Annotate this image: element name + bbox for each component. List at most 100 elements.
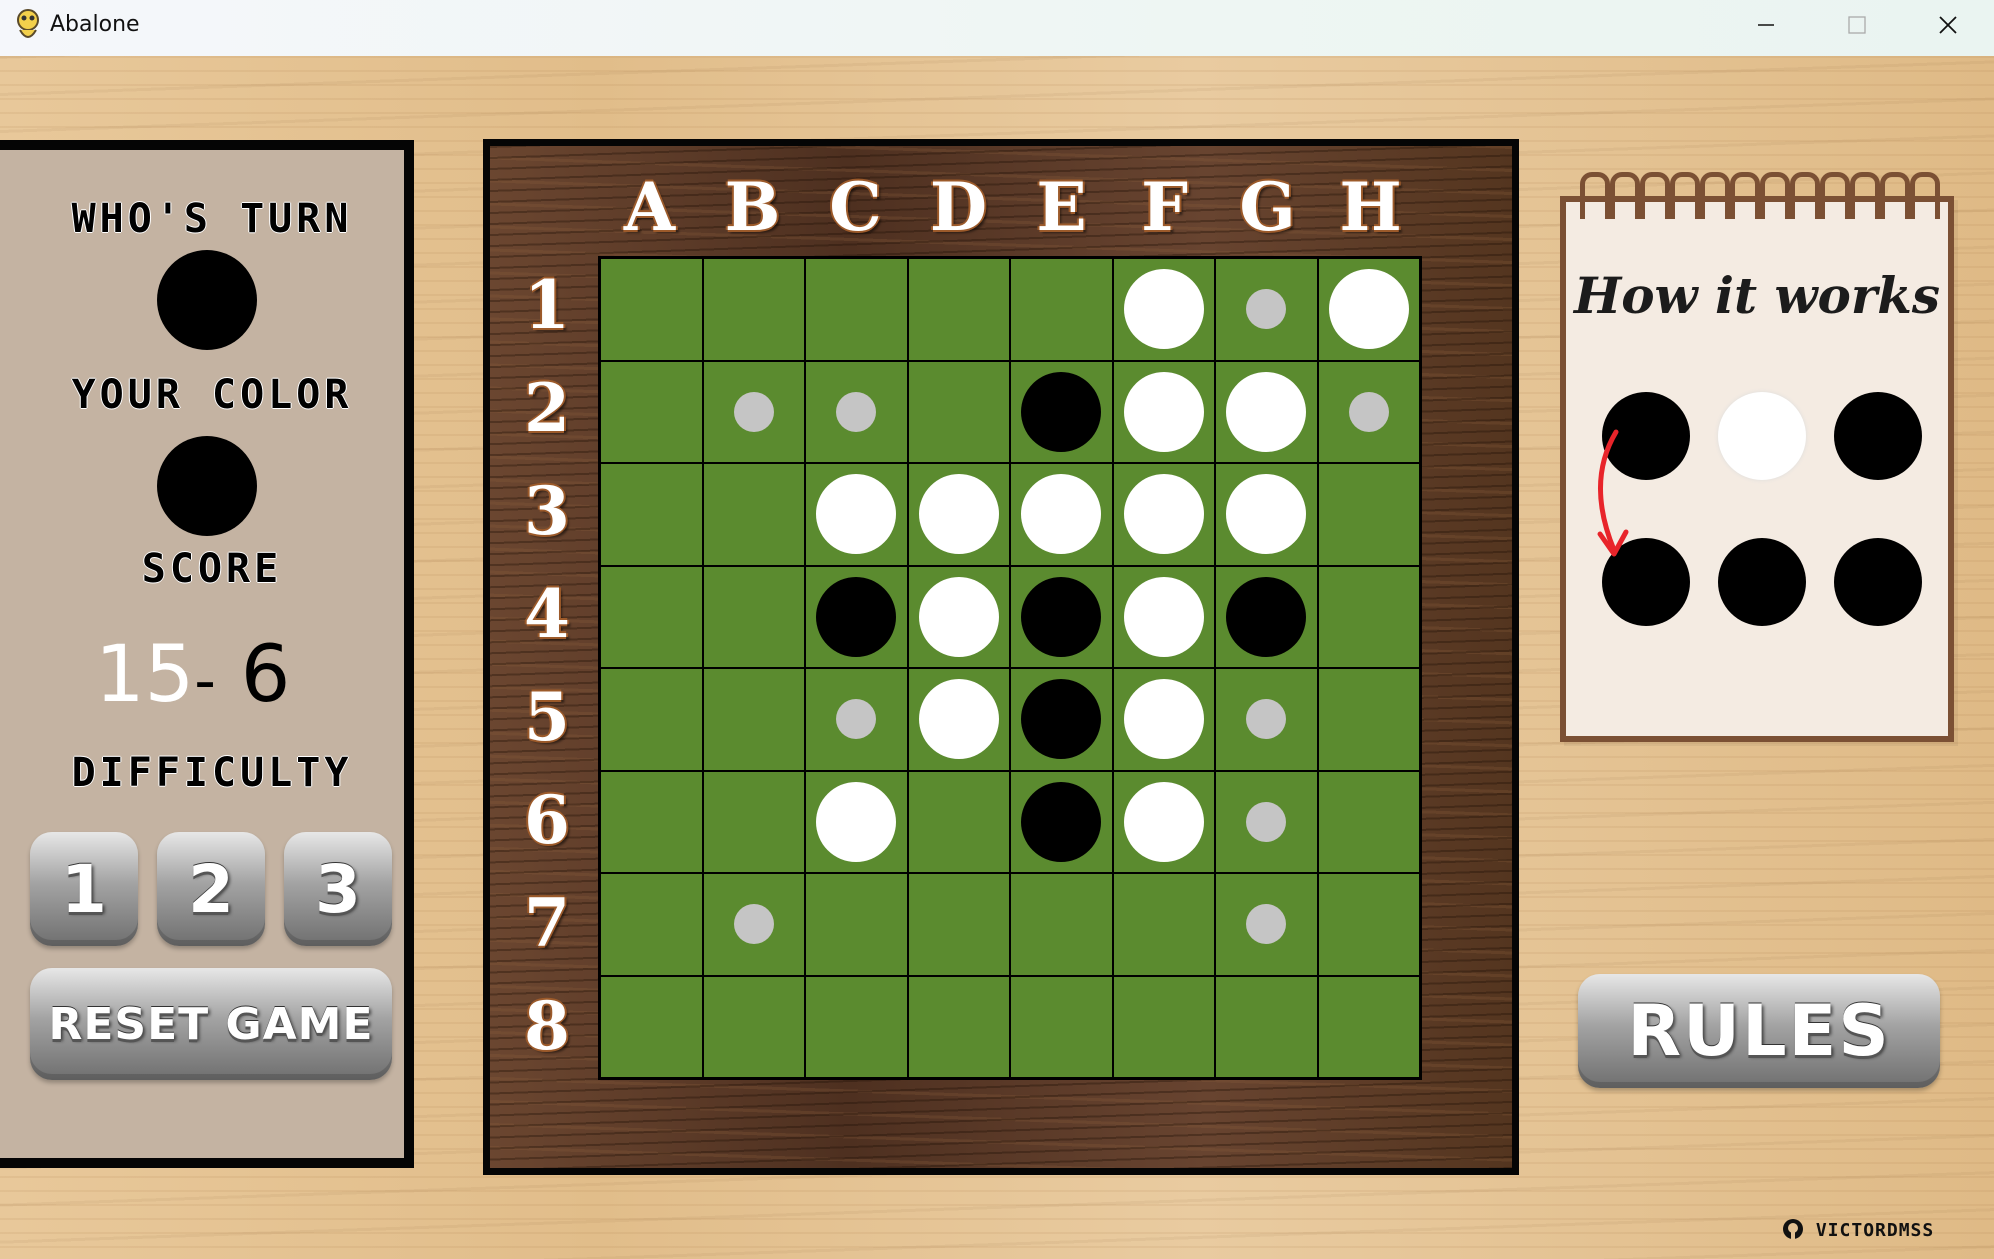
maximize-button[interactable] (1811, 0, 1903, 50)
board-cell-b7[interactable] (702, 873, 805, 976)
difficulty-1-button[interactable]: 1 (30, 832, 138, 946)
valid-move-marker[interactable] (1348, 391, 1389, 432)
valid-move-marker[interactable] (1246, 904, 1287, 945)
row-label-3: 3 (524, 472, 570, 550)
board-cell-e1[interactable] (1010, 258, 1113, 361)
board-cell-c2[interactable] (805, 360, 908, 463)
board-cell-g1[interactable] (1215, 258, 1318, 361)
turn-label: WHO'S TURN (71, 196, 353, 242)
board-cell-c5[interactable] (805, 668, 908, 771)
board-cell-a7[interactable] (600, 873, 703, 976)
board-cell-e4[interactable] (1010, 565, 1113, 668)
board-cell-f1[interactable] (1112, 258, 1215, 361)
board-cell-g6[interactable] (1215, 770, 1318, 873)
board-cell-g5[interactable] (1215, 668, 1318, 771)
board-cell-f2[interactable] (1112, 360, 1215, 463)
board-cell-a4[interactable] (600, 565, 703, 668)
board-cell-c6[interactable] (805, 770, 908, 873)
board-cell-h3[interactable] (1317, 463, 1420, 566)
board-cell-b6[interactable] (702, 770, 805, 873)
board-cell-a3[interactable] (600, 463, 703, 566)
credit-text: VICTORDMSS (1815, 1220, 1935, 1241)
valid-move-marker[interactable] (1246, 289, 1287, 330)
board-cell-a8[interactable] (600, 975, 703, 1078)
valid-move-marker[interactable] (836, 699, 877, 740)
board-cell-f6[interactable] (1112, 770, 1215, 873)
board-cell-b1[interactable] (702, 258, 805, 361)
board-cell-d8[interactable] (907, 975, 1010, 1078)
white-disc (1123, 371, 1204, 452)
board-cell-e7[interactable] (1010, 873, 1113, 976)
board-cell-g2[interactable] (1215, 360, 1318, 463)
board-cell-g7[interactable] (1215, 873, 1318, 976)
board-cell-h5[interactable] (1317, 668, 1420, 771)
board-cell-c3[interactable] (805, 463, 908, 566)
board-cell-b4[interactable] (702, 565, 805, 668)
board-cell-e6[interactable] (1010, 770, 1113, 873)
board-cell-b2[interactable] (702, 360, 805, 463)
board-cell-h6[interactable] (1317, 770, 1420, 873)
column-label-b: B (724, 168, 781, 246)
board-cell-e8[interactable] (1010, 975, 1113, 1078)
black-disc (1021, 576, 1102, 657)
board-cell-d6[interactable] (907, 770, 1010, 873)
board-cell-e2[interactable] (1010, 360, 1113, 463)
board-cell-d1[interactable] (907, 258, 1010, 361)
board-cell-d5[interactable] (907, 668, 1010, 771)
board-cell-e5[interactable] (1010, 668, 1113, 771)
row-label-1: 1 (524, 266, 570, 344)
difficulty-3-button[interactable]: 3 (284, 832, 392, 946)
valid-move-marker[interactable] (1246, 801, 1287, 842)
board-cell-f7[interactable] (1112, 873, 1215, 976)
board-cell-h8[interactable] (1317, 975, 1420, 1078)
row-label-2: 2 (524, 369, 570, 447)
score-white: 15 (95, 630, 195, 720)
board-cell-f3[interactable] (1112, 463, 1215, 566)
board-cell-c1[interactable] (805, 258, 908, 361)
board-cell-f5[interactable] (1112, 668, 1215, 771)
board-cell-d2[interactable] (907, 360, 1010, 463)
black-disc (1226, 576, 1307, 657)
board-cell-c4[interactable] (805, 565, 908, 668)
board-cell-a1[interactable] (600, 258, 703, 361)
board-cell-h7[interactable] (1317, 873, 1420, 976)
board-cell-c8[interactable] (805, 975, 908, 1078)
close-button[interactable] (1902, 0, 1994, 50)
difficulty-2-button[interactable]: 2 (157, 832, 265, 946)
board-cell-f8[interactable] (1112, 975, 1215, 1078)
github-credit[interactable]: VICTORDMSS (1782, 1218, 1934, 1241)
reset-game-button[interactable]: RESET GAME (30, 968, 392, 1080)
board-cell-g4[interactable] (1215, 565, 1318, 668)
white-disc (918, 474, 999, 555)
minimize-button[interactable] (1720, 0, 1812, 50)
board-cell-d3[interactable] (907, 463, 1010, 566)
board-cell-g8[interactable] (1215, 975, 1318, 1078)
demo-after-2 (1718, 538, 1806, 626)
valid-move-marker[interactable] (733, 391, 774, 432)
board-cell-e3[interactable] (1010, 463, 1113, 566)
board-cell-b8[interactable] (702, 975, 805, 1078)
valid-move-marker[interactable] (733, 904, 774, 945)
valid-move-marker[interactable] (1246, 699, 1287, 740)
close-icon (1939, 16, 1957, 34)
board-cell-a2[interactable] (600, 360, 703, 463)
valid-move-marker[interactable] (836, 391, 877, 432)
white-disc (1226, 474, 1307, 555)
board-cell-h4[interactable] (1317, 565, 1420, 668)
board-cell-b5[interactable] (702, 668, 805, 771)
board-cell-h1[interactable] (1317, 258, 1420, 361)
board-cell-f4[interactable] (1112, 565, 1215, 668)
board-cell-d4[interactable] (907, 565, 1010, 668)
board-cell-a5[interactable] (600, 668, 703, 771)
board-cell-c7[interactable] (805, 873, 908, 976)
notepad-spiral (1760, 172, 1790, 219)
row-label-6: 6 (524, 781, 570, 859)
title-bar: Abalone (0, 0, 1994, 56)
rules-button[interactable]: RULES (1578, 974, 1940, 1088)
white-disc (918, 679, 999, 760)
board-cell-h2[interactable] (1317, 360, 1420, 463)
board-cell-d7[interactable] (907, 873, 1010, 976)
board-cell-a6[interactable] (600, 770, 703, 873)
board-cell-b3[interactable] (702, 463, 805, 566)
board-cell-g3[interactable] (1215, 463, 1318, 566)
